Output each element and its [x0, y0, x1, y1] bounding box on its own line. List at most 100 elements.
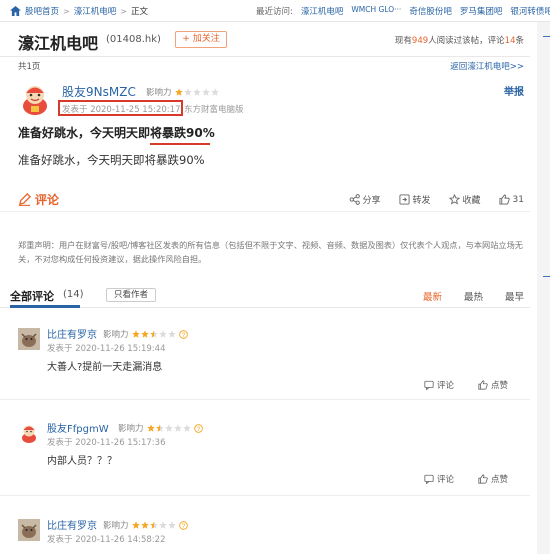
pagination-row: 共1页 返回濠江机电吧>>: [0, 57, 530, 73]
breadcrumb-separator: >: [120, 6, 127, 16]
reply-button[interactable]: 评论: [424, 379, 454, 391]
home-icon: [10, 6, 21, 16]
breadcrumb-current: 正文: [130, 7, 148, 17]
star-icon: [173, 424, 182, 432]
influence-stars: [131, 330, 176, 338]
star-icon: [155, 424, 164, 432]
influence-label: 影响力: [103, 330, 129, 340]
comments-count: (14): [63, 289, 84, 300]
like-button[interactable]: 31: [499, 193, 524, 206]
stats-middle: 人阅读过该帖，评论: [428, 36, 505, 46]
comment-author[interactable]: 股友FfpgmW: [47, 420, 109, 435]
comment-text: 内部人员？？？: [47, 456, 117, 467]
stock-code[interactable]: (01408.hk): [106, 34, 161, 45]
star-icon: [158, 521, 167, 529]
svg-text:?: ?: [196, 425, 200, 432]
comment-item: 股友FfpgmW 影响力 ? 发表于 2020-11-26 15:17:36 内…: [0, 420, 530, 496]
follow-button[interactable]: + 加关注: [175, 31, 227, 48]
stock-header: 濠江机电吧 (01408.hk) + 加关注 现有949人阅读过该帖，评论14条: [0, 22, 530, 57]
title-highlight-underline: [150, 143, 210, 145]
avatar[interactable]: [18, 519, 40, 541]
tab-all-comments[interactable]: 全部评论: [10, 288, 54, 304]
avatar[interactable]: [18, 328, 40, 350]
share-button[interactable]: 分享: [349, 193, 381, 206]
comment-button[interactable]: 评论: [18, 191, 59, 208]
repost-icon: [398, 194, 410, 205]
recent-visit-link[interactable]: 罗马集团吧: [460, 5, 503, 17]
star-icon: [167, 330, 176, 338]
influence-label: 影响力: [118, 424, 144, 434]
comment-influence: 影响力 ?: [103, 328, 188, 340]
only-author-button[interactable]: 只看作者: [106, 288, 156, 302]
comment-influence: 影响力 ?: [118, 422, 203, 434]
comment-button-label: 评论: [35, 193, 60, 207]
post-body: 准备好跳水，今天明天即将暴跌90%: [18, 153, 205, 167]
sort-hottest[interactable]: 最热: [464, 289, 483, 303]
star-icon: [131, 330, 140, 338]
svg-text:?: ?: [181, 522, 185, 529]
help-icon[interactable]: ?: [178, 520, 188, 530]
stock-bar-title[interactable]: 濠江机电吧: [18, 30, 98, 54]
recent-visit-link[interactable]: WMCH GLO···: [351, 5, 401, 17]
comment-author[interactable]: 比庄有罗京: [47, 326, 97, 341]
star-icon: [146, 424, 155, 432]
star-icon: [210, 88, 219, 96]
breadcrumb-bar-link[interactable]: 濠江机电吧: [74, 5, 117, 17]
stats-suffix: 条: [515, 36, 524, 46]
avatar[interactable]: [18, 82, 52, 116]
star-icon: [149, 521, 158, 529]
sort-earliest[interactable]: 最早: [505, 289, 524, 303]
report-button[interactable]: 举报: [504, 83, 524, 98]
like-button[interactable]: 点赞: [478, 473, 508, 485]
comment-time: 发表于 2020-11-26 15:19:44: [47, 344, 166, 354]
star-outline-icon: [448, 194, 460, 205]
author-influence: 影响力: [146, 86, 219, 98]
right-sidebar-edge: [537, 22, 550, 554]
star-icon: [131, 521, 140, 529]
comment-sort: 最新 最热 最早: [423, 289, 524, 303]
comments-header: 全部评论 (14) 只看作者 最新 最热 最早: [0, 280, 530, 308]
comment-count: 14: [504, 36, 516, 46]
star-icon: [158, 330, 167, 338]
post-source: 东方财富电脑版: [184, 105, 244, 115]
comment-item: 比庄有罗京 影响力 ? 发表于 2020-11-26 15:19:44 大善人?…: [0, 326, 530, 400]
recent-visits: 最近访问: 濠江机电吧 WMCH GLO··· 奇信股份吧 罗马集团吧 银河转债…: [256, 5, 550, 17]
back-to-bar-link[interactable]: 返回濠江机电吧>>: [450, 60, 524, 72]
breadcrumb-home-link[interactable]: 股吧首页: [25, 5, 59, 17]
recent-visit-link[interactable]: 奇信股份吧: [409, 5, 452, 17]
comment-icon: [424, 474, 434, 484]
thumbs-up-icon: [499, 194, 510, 205]
star-icon: [182, 424, 191, 432]
comment-influence: 影响力 ?: [103, 519, 188, 531]
share-label: 分享: [362, 196, 381, 206]
recent-visits-label: 最近访问:: [256, 7, 293, 17]
comment-author[interactable]: 比庄有罗京: [47, 517, 97, 532]
reply-button[interactable]: 评论: [424, 473, 454, 485]
right-sidebar-accent: [543, 276, 550, 277]
right-sidebar-accent: [543, 36, 550, 37]
like-button[interactable]: 点赞: [478, 379, 508, 391]
avatar[interactable]: [18, 422, 40, 444]
repost-button[interactable]: 转发: [398, 193, 431, 206]
post-time: 发表于 2020-11-25 15:20:17: [62, 105, 181, 115]
post-author[interactable]: 股友9NsMZC: [62, 83, 136, 100]
comment-text: 大善人?提前一天走漏消息: [47, 362, 163, 373]
svg-text:?: ?: [181, 331, 185, 338]
influence-stars: [174, 88, 219, 96]
star-icon: [192, 88, 201, 96]
top-bar: 股吧首页 > 濠江机电吧 > 正文 最近访问: 濠江机电吧 WMCH GLO··…: [0, 0, 550, 22]
star-icon: [140, 330, 149, 338]
help-icon[interactable]: ?: [193, 423, 203, 433]
reply-label: 评论: [436, 381, 454, 391]
recent-visit-link[interactable]: 银河转债吧: [510, 5, 550, 17]
favorite-button[interactable]: 收藏: [448, 193, 481, 206]
help-icon[interactable]: ?: [178, 329, 188, 339]
influence-stars: [146, 424, 191, 432]
recent-visit-link[interactable]: 濠江机电吧: [301, 5, 344, 17]
sort-newest[interactable]: 最新: [423, 289, 442, 303]
disclaimer-text: 郑重声明：用户在财富号/股吧/博客社区发表的所有信息（包括但不限于文字、视频、音…: [18, 240, 523, 264]
influence-label: 影响力: [146, 88, 172, 98]
star-icon: [183, 88, 192, 96]
comment-item: 比庄有罗京 影响力 ? 发表于 2020-11-26 14:58:22: [0, 517, 530, 554]
comment-time: 发表于 2020-11-26 15:17:36: [47, 438, 166, 448]
